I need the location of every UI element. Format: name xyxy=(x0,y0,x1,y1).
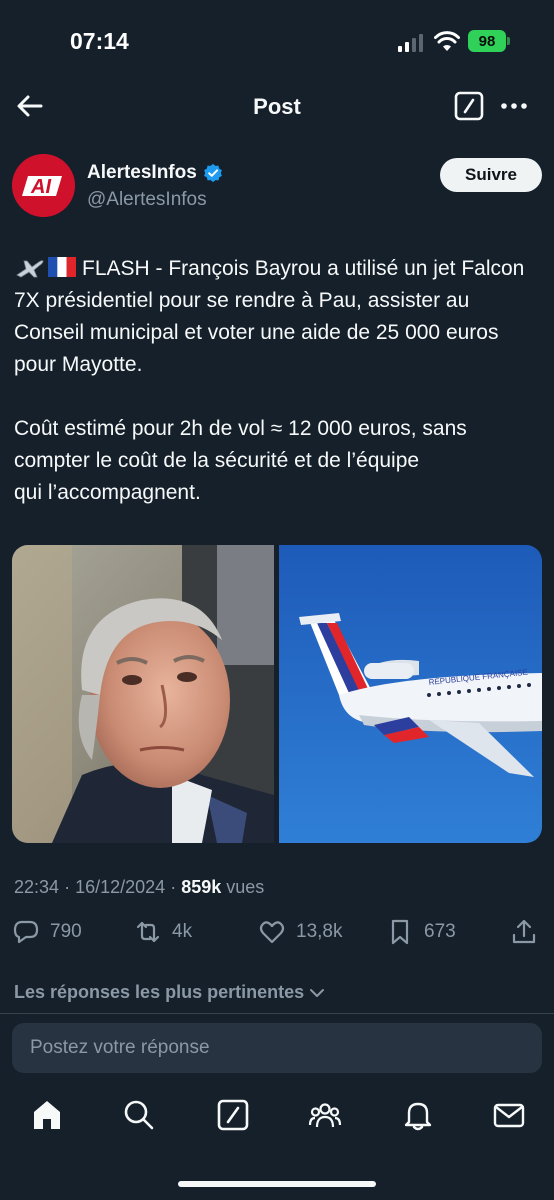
wifi-icon xyxy=(434,31,460,51)
tweet-paragraph-flash: FLASH - François Bayrou a utilisé un jet… xyxy=(14,253,542,381)
tweet-meta: 22:34 · 16/12/2024 · 859k vues xyxy=(14,877,264,898)
reply-icon xyxy=(13,920,39,944)
author-name[interactable]: AlertesInfos xyxy=(87,162,197,184)
views-count: 859k xyxy=(181,877,222,897)
falcon-jet-photo[interactable]: RÉPUBLIQUE FRANÇAISE xyxy=(279,545,542,843)
status-time: 07:14 xyxy=(70,28,129,54)
airplane-emoji-icon xyxy=(16,260,44,278)
replies-sort-label: Les réponses les plus pertinentes xyxy=(14,982,305,1002)
like-button[interactable]: 13,8k xyxy=(258,918,342,946)
verified-badge-icon xyxy=(203,163,222,183)
follow-button[interactable]: Suivre xyxy=(440,158,542,192)
portrait-photo[interactable] xyxy=(12,545,274,843)
grok-icon[interactable] xyxy=(216,1098,250,1132)
retweet-icon xyxy=(136,921,160,943)
divider xyxy=(0,1013,554,1014)
tweet-flash-text: FLASH - François Bayrou a utilisé un jet… xyxy=(14,257,525,376)
battery-indicator: 98 xyxy=(468,30,506,52)
communities-icon[interactable] xyxy=(308,1098,342,1132)
bookmark-count: 673 xyxy=(424,921,456,942)
status-bar: 07:14 98 xyxy=(0,0,554,80)
tweet-text: FLASH - François Bayrou a utilisé un jet… xyxy=(14,253,542,509)
chevron-down-icon xyxy=(310,988,325,997)
reply-input[interactable]: Postez votre réponse xyxy=(12,1023,542,1073)
meta-separator-2: · xyxy=(170,877,177,897)
author-header: AI AlertesInfos @AlertesInfos Suivre xyxy=(12,154,542,220)
bottom-nav xyxy=(0,1088,554,1148)
views-label: vues xyxy=(226,877,265,897)
tweet-media[interactable]: RÉPUBLIQUE FRANÇAISE xyxy=(12,545,542,843)
compose-icon[interactable] xyxy=(454,91,484,121)
svg-text:AI: AI xyxy=(30,176,51,198)
reply-count: 790 xyxy=(50,921,82,942)
home-icon[interactable] xyxy=(30,1098,64,1132)
signal-icon xyxy=(398,34,423,52)
meta-separator-1: · xyxy=(64,877,71,897)
author-handle[interactable]: @AlertesInfos xyxy=(87,189,207,211)
mail-icon[interactable] xyxy=(492,1098,526,1132)
tweet-actions: 790 4k 13,8k 673 xyxy=(12,918,542,954)
bookmark-icon xyxy=(391,919,409,945)
reply-button[interactable]: 790 xyxy=(12,918,82,946)
retweet-button[interactable]: 4k xyxy=(134,918,192,946)
author-name-row: AlertesInfos xyxy=(87,162,223,184)
battery-cap xyxy=(507,37,510,45)
more-horizontal-icon[interactable] xyxy=(498,91,530,121)
top-bar: Post xyxy=(0,82,554,134)
share-button[interactable] xyxy=(510,918,538,946)
tweet-cost-text-2: qui l’accompagnent. xyxy=(14,481,201,504)
battery-level: 98 xyxy=(478,32,496,50)
replies-sort-dropdown[interactable]: Les réponses les plus pertinentes xyxy=(14,982,326,1003)
tweet-time[interactable]: 22:34 xyxy=(14,877,59,897)
tweet-cost-text-1: Coût estimé pour 2h de vol ≈ 12 000 euro… xyxy=(14,417,467,472)
avatar[interactable]: AI xyxy=(12,154,75,217)
france-flag-icon xyxy=(48,257,76,277)
share-icon xyxy=(512,919,536,944)
tweet-paragraph-cost: Coût estimé pour 2h de vol ≈ 12 000 euro… xyxy=(14,413,542,509)
bell-icon[interactable] xyxy=(401,1098,435,1132)
alertesinfos-logo: AI xyxy=(12,154,75,217)
heart-icon xyxy=(259,921,285,944)
like-count: 13,8k xyxy=(296,921,343,942)
home-indicator xyxy=(178,1181,376,1187)
retweet-count: 4k xyxy=(172,921,193,942)
tweet-date[interactable]: 16/12/2024 xyxy=(75,877,165,897)
search-icon[interactable] xyxy=(122,1098,156,1132)
bookmark-button[interactable]: 673 xyxy=(386,918,456,946)
